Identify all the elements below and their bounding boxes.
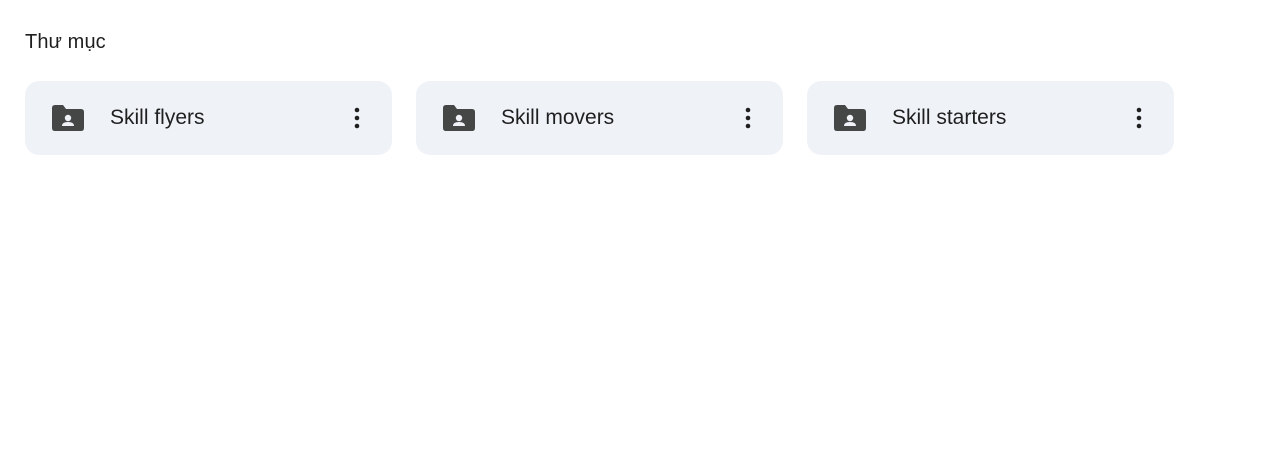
shared-folder-icon [52, 105, 84, 131]
more-vert-icon [1136, 107, 1142, 129]
shared-folder-icon [834, 105, 866, 131]
folder-grid: Skill flyers Skill movers Skill starters [25, 81, 1174, 155]
folder-name: Skill flyers [110, 106, 205, 129]
section-title: Thư mục [25, 31, 106, 53]
folder-name: Skill starters [892, 106, 1007, 129]
more-options-button[interactable] [728, 98, 768, 138]
folder-name: Skill movers [501, 106, 615, 129]
more-vert-icon [745, 107, 751, 129]
folder-card-skill-movers[interactable]: Skill movers [416, 81, 783, 155]
more-options-button[interactable] [337, 98, 377, 138]
shared-folder-icon [443, 105, 475, 131]
more-options-button[interactable] [1119, 98, 1159, 138]
folder-card-skill-starters[interactable]: Skill starters [807, 81, 1174, 155]
folder-card-skill-flyers[interactable]: Skill flyers [25, 81, 392, 155]
more-vert-icon [354, 107, 360, 129]
